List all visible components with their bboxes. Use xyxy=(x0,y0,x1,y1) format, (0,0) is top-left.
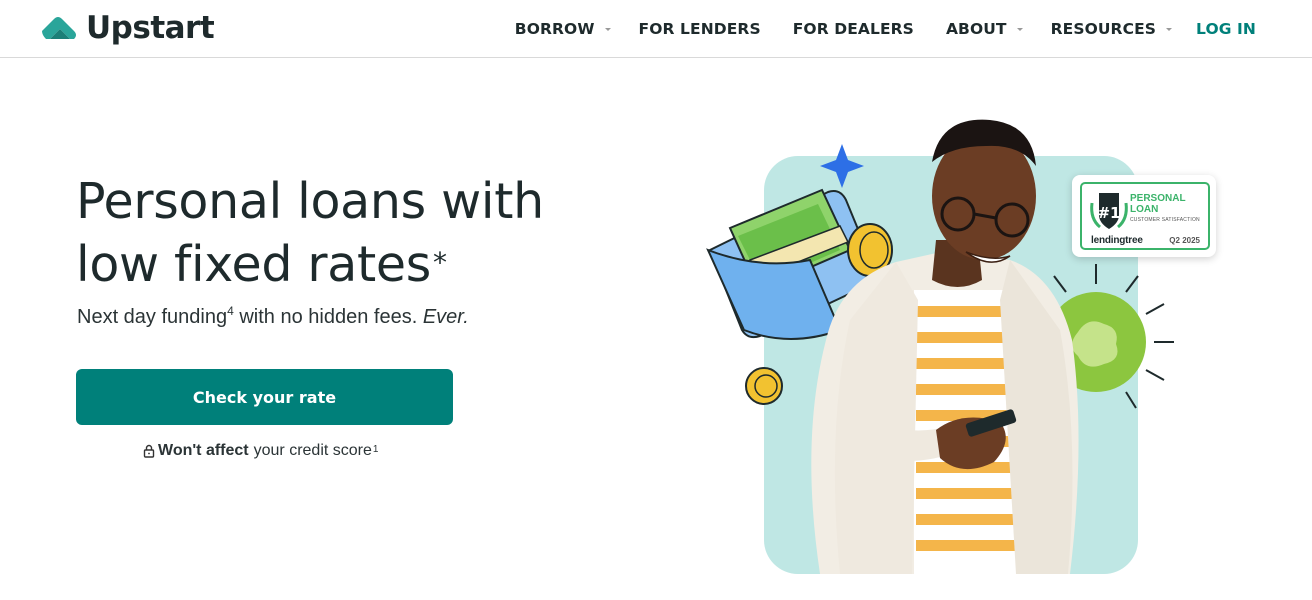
hero-title-line2: low fixed rates xyxy=(76,236,431,293)
lendingtree-award-badge: #1 PERSONAL LOAN CUSTOMER SATISFACTION l… xyxy=(1072,175,1216,257)
main-nav: BORROW FOR LENDERS FOR DEALERS ABOUT RES… xyxy=(515,0,1256,58)
nav-for-lenders-label: FOR LENDERS xyxy=(638,20,761,38)
check-your-rate-button[interactable]: Check your rate xyxy=(76,369,453,425)
badge-rank: #1 xyxy=(1097,204,1120,222)
note-text: your credit score xyxy=(253,442,372,459)
chevron-down-icon xyxy=(604,28,611,31)
nav-borrow[interactable]: BORROW xyxy=(515,20,613,38)
hero-title-line1: Personal loans with xyxy=(76,173,544,230)
badge-brand: lendingtree xyxy=(1091,235,1143,246)
logo-text: Upstart xyxy=(86,10,215,46)
nav-for-lenders[interactable]: FOR LENDERS xyxy=(639,20,761,38)
nav-for-dealers-label: FOR DEALERS xyxy=(792,20,914,38)
upstart-logo-icon xyxy=(42,17,76,39)
chevron-down-icon xyxy=(1166,28,1173,31)
site-header: Upstart BORROW FOR LENDERS FOR DEALERS A… xyxy=(0,0,1312,58)
award-shield-icon: #1 xyxy=(1090,193,1128,229)
badge-date: Q2 2025 xyxy=(1169,236,1200,245)
credit-score-note: Won't affect your credit score 1 xyxy=(143,442,378,460)
badge-frame: #1 PERSONAL LOAN CUSTOMER SATISFACTION l… xyxy=(1080,182,1210,250)
hero-sub-part1: Next day funding xyxy=(77,306,228,328)
nav-for-dealers[interactable]: FOR DEALERS xyxy=(793,20,914,38)
badge-title: PERSONAL LOAN xyxy=(1130,193,1186,215)
nav-resources[interactable]: RESOURCES xyxy=(1051,20,1174,38)
hero-title: Personal loans with low fixed rates* xyxy=(76,170,636,296)
nav-login[interactable]: LOG IN xyxy=(1196,20,1256,38)
nav-borrow-label: BORROW xyxy=(514,20,595,38)
hero-title-asterisk: * xyxy=(433,246,447,279)
note-bold: Won't affect xyxy=(158,442,249,459)
chevron-down-icon xyxy=(1016,28,1023,31)
hero-sub-emphasis: Ever. xyxy=(422,306,469,328)
footnote-4[interactable]: 4 xyxy=(227,304,234,318)
footnote-1[interactable]: 1 xyxy=(373,444,379,455)
lock-icon xyxy=(143,444,155,458)
nav-resources-label: RESOURCES xyxy=(1050,20,1157,38)
badge-subtitle: CUSTOMER SATISFACTION xyxy=(1130,217,1200,223)
hero-sub-part2: with no hidden fees. xyxy=(233,306,423,328)
nav-about-label: ABOUT xyxy=(945,20,1007,38)
upstart-logo[interactable]: Upstart xyxy=(40,10,215,46)
nav-about[interactable]: ABOUT xyxy=(946,20,1025,38)
hero-subtitle: Next day funding4 with no hidden fees. E… xyxy=(77,304,469,329)
nav-login-label: LOG IN xyxy=(1196,20,1256,38)
